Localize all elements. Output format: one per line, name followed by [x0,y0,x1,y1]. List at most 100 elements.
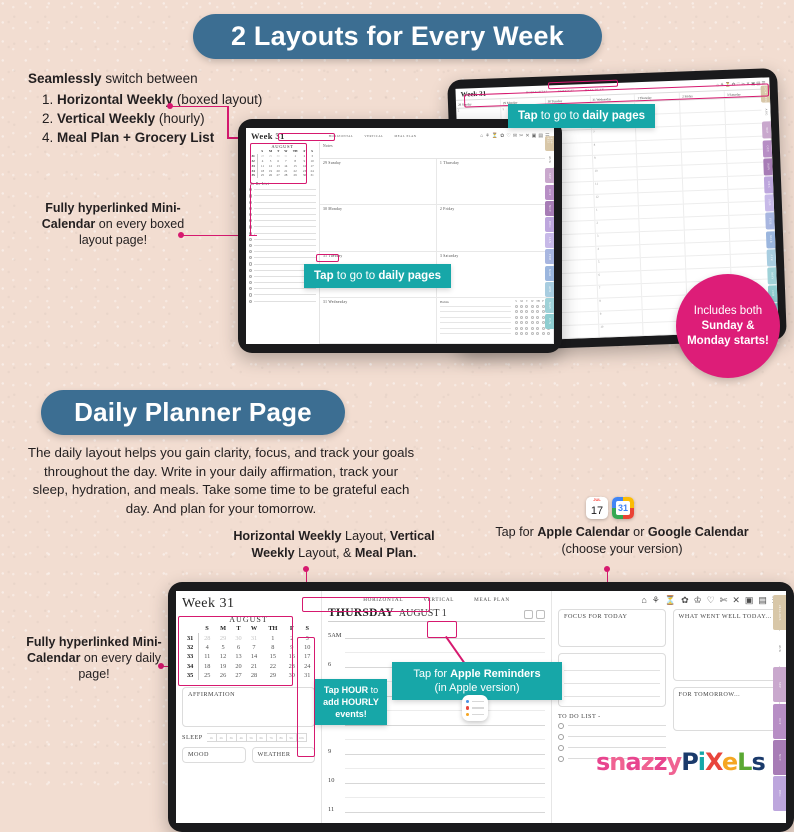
habit-dot[interactable] [547,331,550,335]
tab-meal-plan[interactable]: MEAL PLAN [395,134,417,138]
mini-calendar-week-number[interactable]: 35 [182,670,200,681]
hour-row[interactable]: 5AM [328,624,545,639]
x-icon[interactable]: ✕ [732,595,740,606]
mini-calendar-day[interactable]: 5 [215,643,230,652]
hour-row[interactable]: 11 [328,798,545,813]
half-hour-row[interactable] [328,639,545,653]
mini-calendar-week-number[interactable]: 33 [182,652,200,662]
checkbox-icon[interactable] [249,262,253,266]
mini-calendar-day[interactable]: 31 [308,173,316,178]
month-tab[interactable]: 2024-2025 [760,85,771,103]
sleep-cell[interactable]: 1h [206,733,217,743]
habit-dot[interactable] [520,310,524,314]
hour-label[interactable]: 5AM [328,632,342,639]
half-hour-row[interactable] [328,784,545,798]
habit-dot[interactable] [520,304,524,308]
tab-horizontal[interactable]: HORIZONTAL [526,90,548,94]
note-line[interactable] [564,658,660,671]
day-cell[interactable]: 30 Monday [320,205,437,252]
month-tab[interactable]: MAY [767,267,777,285]
checkbox-icon[interactable] [249,188,253,192]
habit-rows[interactable] [440,304,550,336]
graduation-icon[interactable]: ⚘ [652,595,660,606]
habit-dot[interactable] [536,315,540,319]
month-tab[interactable]: DEC [773,775,786,811]
mini-calendar-day[interactable]: 11 [199,652,216,661]
half-hour-row[interactable] [328,726,545,740]
mini-calendar-day[interactable]: 16 [284,652,299,661]
mini-calendar-week-row[interactable]: 31 28 29 30 31 1 2 3 [182,633,315,643]
tab-vertical[interactable]: VERTICAL [364,134,383,138]
mini-calendar-day[interactable]: 24 [300,662,316,671]
mini-calendar-day[interactable]: 31 [300,671,316,680]
sleep-tracker[interactable]: SLEEP 1h 2h 3h 4h 5h 6h 7h 8h 9h 10h [182,733,315,743]
tab-horizontal[interactable]: HORIZONTAL [363,597,403,603]
month-tabs-daily[interactable]: 2024-2025 AUG SEP OCT NOV DEC [773,595,786,811]
mini-calendar-day[interactable]: 27 [231,671,246,680]
habit-dot[interactable] [536,326,540,330]
sleep-cell[interactable]: 2h [216,733,227,743]
mini-calendar-week-row[interactable]: 34 18 19 20 21 22 23 24 [182,661,316,671]
month-tab[interactable]: 2024-2025 [545,136,554,151]
hourglass-icon[interactable]: ⏳ [665,595,676,606]
mini-calendar-week-number[interactable]: 35 [249,172,259,178]
mini-calendar-day[interactable]: 9 [284,643,299,652]
checkbox-icon[interactable] [249,281,253,285]
month-tab[interactable]: OCT [545,184,554,200]
mini-calendar-day[interactable]: 19 [215,662,230,671]
what-went-well-box[interactable]: WHAT WENT WELL TODAY... [672,609,780,681]
habit-dot[interactable] [536,304,540,308]
mini-calendar-week-row[interactable]: 35 25 26 27 28 29 30 31 [182,670,316,681]
checkbox-icon[interactable] [558,755,564,762]
month-tab[interactable]: OCT [762,139,773,158]
checkbox-icon[interactable] [558,744,564,751]
checkbox-icon[interactable] [249,256,253,260]
mini-calendar-day[interactable]: 6 [231,643,246,652]
todo-item[interactable] [558,731,666,742]
month-tab[interactable]: APR [545,281,554,297]
hour-label[interactable]: 10 [328,777,341,784]
checkbox-icon[interactable] [249,250,253,254]
habit-dot[interactable] [520,321,524,325]
calendar-link-icon[interactable] [524,610,533,619]
habit-dot[interactable] [525,321,529,325]
mini-calendar-day[interactable]: 26 [267,173,275,178]
tab-horizontal[interactable]: HORIZONTAL [329,134,354,138]
reminders-link-icon[interactable] [536,610,545,619]
day-cell[interactable]: 3 Saturday [437,251,554,298]
apple-icon[interactable]: ✿ [681,595,689,606]
mini-calendar-week-row[interactable]: 32 4 5 6 7 8 9 10 [182,642,316,653]
checkbox-icon[interactable] [249,287,253,291]
mini-calendar-day[interactable]: 28 [246,671,261,680]
month-tab[interactable]: AUG [761,103,771,121]
home-icon[interactable]: ⌂ [641,595,646,606]
mini-calendar-day[interactable]: 30 [301,173,309,178]
todo-item[interactable] [558,720,666,731]
day-cell[interactable]: 31 Wednesday [320,297,437,344]
tab-vertical[interactable]: VERTICAL [558,89,575,93]
mini-calendar-week-number[interactable]: 31 [182,633,200,643]
half-hour-row[interactable] [328,755,545,769]
checkbox-icon[interactable] [249,200,253,204]
mini-calendar-day[interactable]: 1 [262,633,284,642]
sleep-cells[interactable]: 1h 2h 3h 4h 5h 6h 7h 8h 9h 10h [206,733,307,743]
checkbox-icon[interactable] [249,268,253,272]
mini-calendar-day[interactable]: 22 [262,662,284,671]
habit-dot[interactable] [520,315,524,319]
hour-label[interactable]: 11 [328,806,341,813]
checkbox-icon[interactable] [249,299,253,303]
mini-calendar-day[interactable]: 29 [262,671,284,680]
mini-calendar-day[interactable]: 28 [199,633,216,642]
hour-row[interactable]: 9 [328,740,545,755]
mini-calendar-day[interactable]: 17 [300,652,316,661]
month-tab[interactable]: OCT [773,703,786,739]
checkbox-icon[interactable] [249,212,253,217]
note-line[interactable] [564,684,660,697]
half-hour-row[interactable] [328,813,545,824]
mini-calendar-day[interactable]: 10 [300,643,316,652]
mini-calendar-day[interactable]: 2 [284,633,299,642]
notes-strip[interactable]: Notes [320,142,554,159]
month-tab[interactable]: FEB [765,212,775,230]
mood-box[interactable]: MOOD [182,747,246,764]
mini-calendar-day[interactable]: 4 [199,643,216,652]
